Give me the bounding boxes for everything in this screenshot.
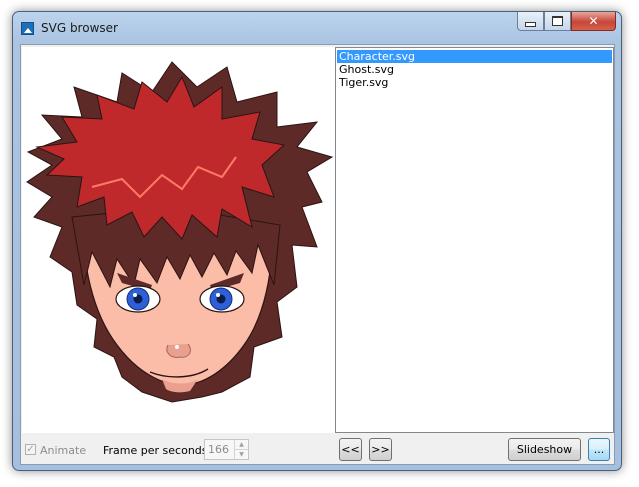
title-bar[interactable]: SVG browser ✕: [13, 12, 621, 44]
previous-button[interactable]: <<: [339, 438, 362, 461]
right-eye-shine: [216, 293, 220, 297]
app-icon: [21, 22, 34, 35]
list-item[interactable]: Character.svg: [337, 50, 612, 63]
animate-checkbox[interactable]: ✓: [25, 444, 36, 455]
file-list[interactable]: Character.svg Ghost.svg Tiger.svg: [335, 47, 614, 433]
window-controls: ✕: [517, 12, 616, 32]
close-button[interactable]: ✕: [571, 12, 616, 31]
svg-browser-window: SVG browser ✕ Character.svg Ghost.svg Ti…: [12, 11, 622, 471]
nose-shine: [175, 345, 179, 349]
fps-value: 166: [208, 443, 229, 456]
maximize-button[interactable]: [544, 12, 571, 31]
slideshow-button[interactable]: Slideshow: [508, 438, 581, 461]
client-area: Character.svg Ghost.svg Tiger.svg ✓ Anim…: [20, 44, 615, 465]
list-item[interactable]: Tiger.svg: [337, 76, 612, 89]
spin-up-icon[interactable]: ▲: [235, 440, 248, 450]
list-item[interactable]: Ghost.svg: [337, 63, 612, 76]
fps-label: Frame per seconds:: [103, 444, 212, 457]
browse-button[interactable]: ...: [588, 438, 610, 461]
svg-preview-canvas: [22, 47, 335, 433]
bottom-toolbar: ✓ Animate Frame per seconds: 166 ▲ ▼ << …: [21, 435, 614, 465]
character-illustration: [26, 61, 334, 403]
close-icon: ✕: [588, 14, 599, 28]
minimize-icon: [525, 21, 536, 27]
maximize-icon: [552, 16, 563, 26]
animate-label: Animate: [40, 444, 87, 457]
spin-down-icon[interactable]: ▼: [235, 450, 248, 459]
fps-spinbox[interactable]: 166 ▲ ▼: [204, 439, 249, 460]
window-title: SVG browser: [41, 21, 118, 35]
minimize-button[interactable]: [517, 12, 544, 31]
fps-spin-buttons: ▲ ▼: [234, 440, 248, 459]
next-button[interactable]: >>: [369, 438, 392, 461]
left-eye-shine: [133, 293, 137, 297]
